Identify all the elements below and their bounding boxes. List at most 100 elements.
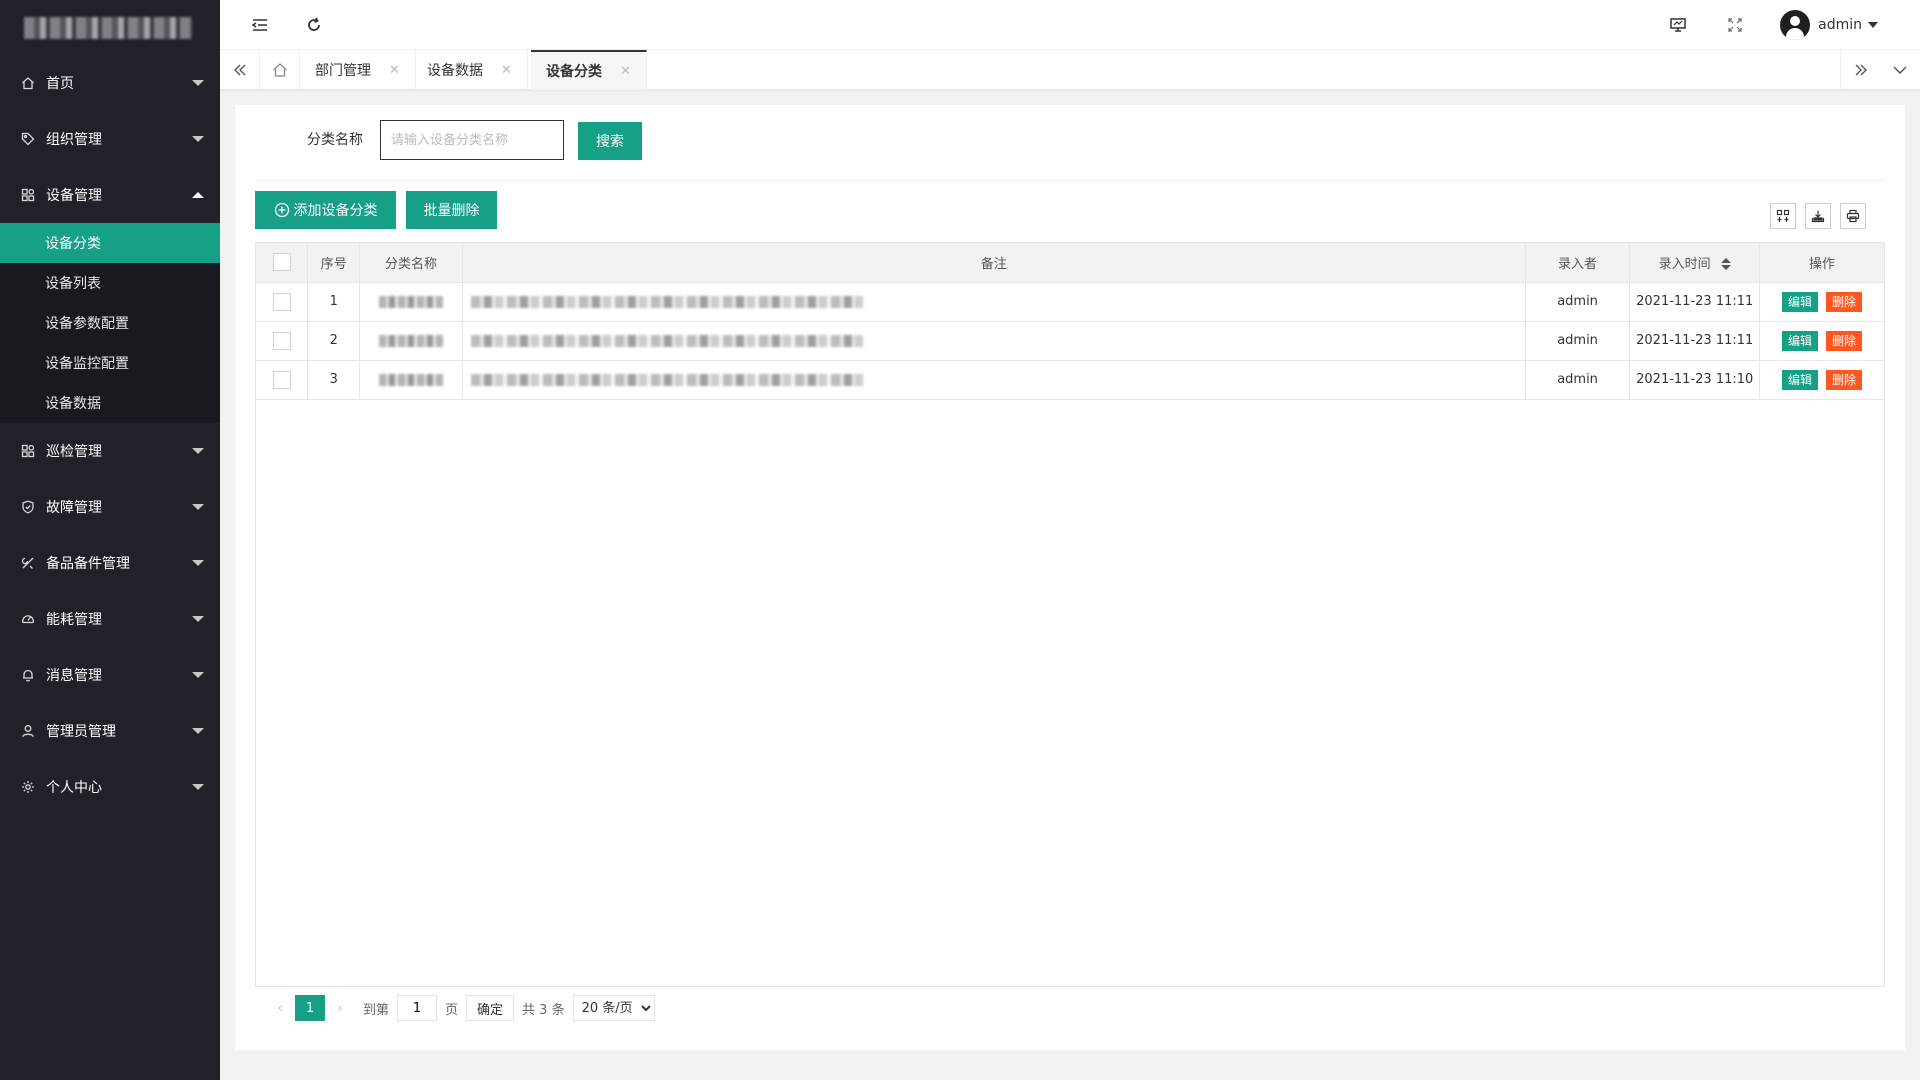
export-icon[interactable] (1805, 203, 1831, 229)
caret-down-icon (1868, 22, 1878, 28)
next-page-icon[interactable]: › (325, 994, 355, 1022)
sidebar-item-label: 设备管理 (46, 188, 102, 204)
row-checkbox[interactable] (272, 370, 291, 389)
chevron-down-icon (192, 672, 204, 678)
sidebar-item-device-list[interactable]: 设备列表 (0, 263, 220, 303)
user-menu[interactable]: admin (1780, 10, 1878, 40)
add-category-label: 添加设备分类 (293, 203, 378, 219)
tabs-menu-chevron-down-icon[interactable] (1880, 50, 1920, 90)
tab-device-category[interactable]: 设备分类 ✕ (531, 50, 647, 90)
row-checkbox[interactable] (272, 331, 291, 350)
row-creator: admin (1525, 360, 1631, 400)
table-row: 2 admin 2021-11-23 11:11 编辑 删除 (256, 321, 1884, 361)
user-name: admin (1818, 17, 1862, 33)
prev-page-icon[interactable]: ‹ (265, 994, 295, 1022)
sidebar-item-label: 巡检管理 (46, 444, 102, 460)
row-select-cell (256, 282, 309, 322)
row-name-cell (359, 282, 463, 322)
row-name-cell (359, 321, 463, 361)
column-filter-icon[interactable] (1770, 203, 1796, 229)
row-time: 2021-11-23 11:11 (1629, 321, 1761, 361)
column-header-time-label: 录入时间 (1658, 256, 1711, 272)
tab-department[interactable]: 部门管理 ✕ (300, 50, 416, 90)
edit-button[interactable]: 编辑 (1782, 291, 1819, 312)
tab-home-icon[interactable] (260, 50, 300, 90)
print-icon[interactable] (1840, 203, 1866, 229)
gauge-icon (20, 611, 36, 627)
add-category-button[interactable]: 添加设备分类 (255, 191, 396, 229)
tools-icon (20, 555, 36, 571)
pagination: ‹ 1 › 到第 页 确定 共 3 条 20 条/页 (265, 994, 655, 1022)
row-actions: 编辑 删除 (1759, 282, 1884, 322)
fullscreen-icon[interactable] (1724, 14, 1746, 36)
row-time: 2021-11-23 11:10 (1629, 360, 1761, 400)
category-name-label: 分类名称 (307, 132, 363, 148)
top-header: admin (220, 0, 1920, 50)
current-page[interactable]: 1 (295, 995, 325, 1021)
close-icon[interactable]: ✕ (620, 64, 631, 79)
column-header-index: 序号 (307, 243, 361, 283)
row-remark-cell (462, 321, 1526, 361)
close-icon[interactable]: ✕ (501, 63, 512, 78)
select-all-checkbox[interactable] (272, 253, 291, 272)
sidebar-item-fault[interactable]: 故障管理 (0, 479, 220, 535)
tabs-scroll-left-icon[interactable] (220, 50, 260, 90)
delete-button[interactable]: 删除 (1826, 291, 1863, 312)
sidebar-item-label: 故障管理 (46, 500, 102, 516)
theme-monitor-icon[interactable] (1667, 14, 1689, 36)
table-row: 3 admin 2021-11-23 11:10 编辑 删除 (256, 360, 1884, 400)
sidebar-item-home[interactable]: 首页 (0, 55, 220, 111)
sidebar-item-device-params[interactable]: 设备参数配置 (0, 303, 220, 343)
sidebar: 首页 组织管理 设备管理 设备分类 设备列表 设备参数配置 设备监控配置 设备数… (0, 0, 220, 1080)
refresh-icon[interactable] (303, 14, 325, 36)
menu-toggle-icon[interactable] (249, 14, 271, 36)
bell-icon (20, 667, 36, 683)
category-search-input[interactable] (380, 120, 564, 160)
sidebar-item-label: 首页 (46, 76, 74, 92)
close-icon[interactable]: ✕ (389, 63, 400, 78)
goto-confirm-button[interactable]: 确定 (466, 995, 515, 1021)
batch-delete-button[interactable]: 批量删除 (406, 191, 497, 229)
delete-button[interactable]: 删除 (1826, 369, 1863, 390)
sidebar-item-admins[interactable]: 管理员管理 (0, 703, 220, 759)
sort-icon[interactable] (1720, 258, 1731, 271)
sidebar-item-device-management[interactable]: 设备管理 (0, 167, 220, 223)
category-table: 序号 分类名称 备注 录入者 录入时间 操作 1 admin 2021-11-2… (255, 242, 1885, 987)
column-header-creator: 录入者 (1525, 243, 1631, 283)
device-submenu: 设备分类 设备列表 设备参数配置 设备监控配置 设备数据 (0, 223, 220, 423)
apps-icon (20, 187, 36, 203)
sidebar-item-label: 个人中心 (46, 780, 102, 796)
sidebar-item-device-monitor[interactable]: 设备监控配置 (0, 343, 220, 383)
sidebar-item-inspection[interactable]: 巡检管理 (0, 423, 220, 479)
row-actions: 编辑 删除 (1759, 360, 1884, 400)
sidebar-item-label: 管理员管理 (46, 724, 116, 740)
sidebar-item-spare-parts[interactable]: 备品备件管理 (0, 535, 220, 591)
select-all-cell (256, 243, 309, 283)
chevron-down-icon (192, 728, 204, 734)
edit-button[interactable]: 编辑 (1782, 330, 1819, 351)
column-header-time[interactable]: 录入时间 (1629, 243, 1761, 283)
delete-button[interactable]: 删除 (1826, 330, 1863, 351)
row-index: 3 (307, 360, 361, 400)
tab-device-data[interactable]: 设备数据 ✕ (412, 50, 528, 90)
sidebar-item-device-data[interactable]: 设备数据 (0, 383, 220, 423)
column-header-actions: 操作 (1759, 243, 1884, 283)
sidebar-item-energy[interactable]: 能耗管理 (0, 591, 220, 647)
redacted-remark (470, 334, 863, 347)
sidebar-item-profile[interactable]: 个人中心 (0, 759, 220, 815)
sidebar-item-organization[interactable]: 组织管理 (0, 111, 220, 167)
chevron-down-icon (192, 80, 204, 86)
goto-prefix: 到第 (363, 1002, 390, 1018)
sidebar-item-device-category[interactable]: 设备分类 (0, 223, 220, 263)
tabs-scroll-right-icon[interactable] (1840, 50, 1880, 90)
goto-page-input[interactable] (397, 995, 438, 1021)
row-checkbox[interactable] (272, 292, 291, 311)
sidebar-item-messages[interactable]: 消息管理 (0, 647, 220, 703)
edit-button[interactable]: 编辑 (1782, 369, 1819, 390)
apps-icon (20, 443, 36, 459)
search-button[interactable]: 搜索 (578, 122, 642, 160)
avatar (1780, 10, 1811, 40)
plus-circle-icon (274, 202, 289, 218)
page-size-select[interactable]: 20 条/页 (572, 995, 655, 1021)
row-index: 2 (307, 321, 361, 361)
